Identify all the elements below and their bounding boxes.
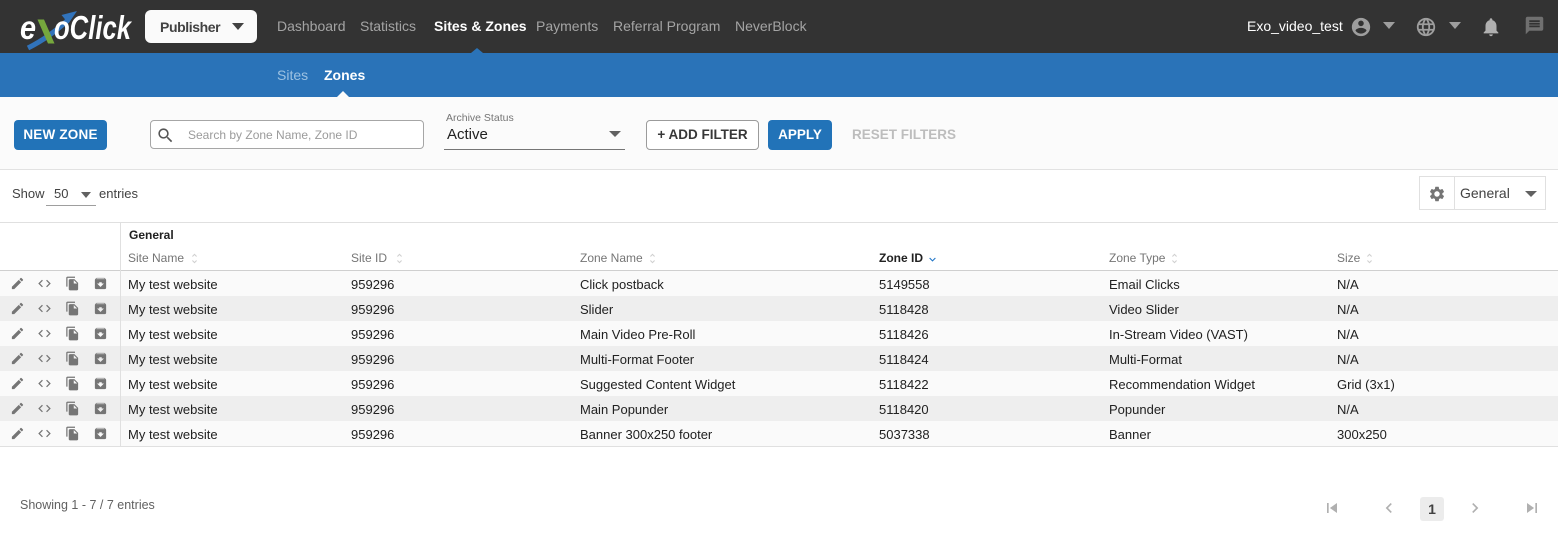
svg-text:oClick: oClick <box>54 9 132 46</box>
svg-text:e: e <box>20 9 36 46</box>
